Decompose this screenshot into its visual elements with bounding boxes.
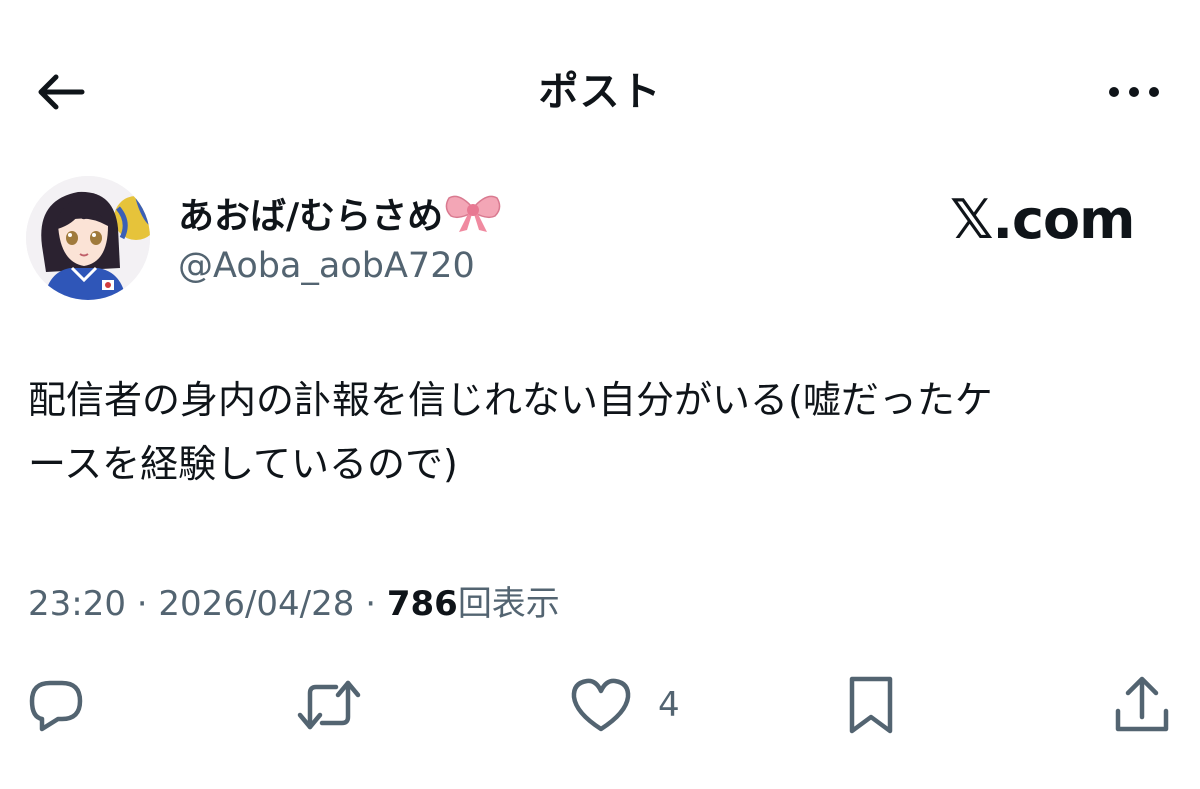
- share-button[interactable]: [1112, 672, 1172, 738]
- heart-icon: [571, 678, 631, 732]
- repost-icon: [297, 680, 361, 730]
- post-meta: 23:20 · 2026/04/28 · 786回表示: [28, 580, 560, 628]
- avatar-image: [26, 176, 150, 300]
- ribbon-bow-icon: [445, 190, 501, 246]
- display-name[interactable]: あおば/むらさめ: [178, 190, 501, 246]
- reply-button[interactable]: [26, 672, 86, 738]
- user-handle[interactable]: @Aoba_aobA720: [178, 244, 475, 288]
- views-label: 回表示: [457, 584, 560, 624]
- post-text: 配信者の身内の訃報を信じれない自分がいる(嘘だったケ ースを経験しているので): [28, 368, 1178, 496]
- x-com-watermark: 𝕏.com: [950, 188, 1135, 251]
- action-bar: 4: [0, 672, 1200, 738]
- views-count: 786: [386, 584, 458, 624]
- meta-separator-2: ·: [354, 584, 387, 624]
- reply-icon: [29, 680, 83, 732]
- like-button[interactable]: 4: [570, 672, 680, 738]
- meta-separator: ·: [125, 584, 159, 624]
- post-text-line-2: ースを経験しているので): [28, 442, 458, 486]
- bookmark-icon: [849, 676, 893, 734]
- like-count: 4: [658, 685, 680, 725]
- page-title: ポスト: [538, 69, 662, 115]
- display-name-text: あおば/むらさめ: [178, 196, 444, 237]
- share-icon: [1115, 676, 1169, 732]
- more-options-button[interactable]: [1098, 66, 1170, 118]
- top-bar: ポスト: [0, 50, 1200, 134]
- post-text-line-1: 配信者の身内の訃報を信じれない自分がいる(嘘だったケ: [28, 378, 993, 422]
- bookmark-button[interactable]: [844, 672, 898, 738]
- avatar[interactable]: [26, 176, 150, 300]
- repost-button[interactable]: [296, 672, 362, 738]
- post-date[interactable]: 2026/04/28: [158, 584, 354, 624]
- more-horizontal-icon: [1109, 87, 1159, 97]
- author-row: あおば/むらさめ @Aoba_aobA720 𝕏.com: [26, 176, 1176, 300]
- post-time[interactable]: 23:20: [28, 584, 126, 624]
